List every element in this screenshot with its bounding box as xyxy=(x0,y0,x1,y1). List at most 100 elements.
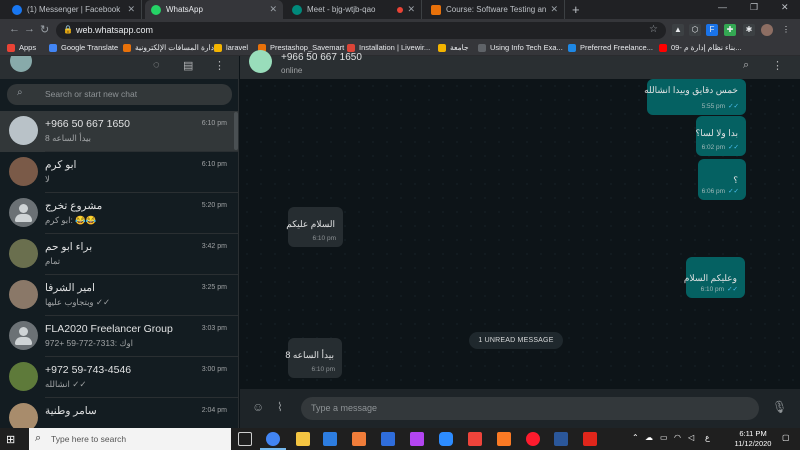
battery-icon[interactable]: ▭ xyxy=(660,433,668,442)
search-area: ⌕ Search or start new chat xyxy=(0,79,238,111)
minimize-icon[interactable]: — xyxy=(718,2,727,12)
chat-list-item[interactable]: +972 59-743-4546 انشالله ✓✓ 3:00 pm xyxy=(0,357,238,398)
chat-list-item[interactable]: سامر وطنية 2:04 pm xyxy=(0,398,238,428)
conversation-header[interactable]: +966 50 667 1650 online ⌕ ⋮ xyxy=(240,50,800,79)
bookmark-google-translate[interactable]: Google Translate xyxy=(49,43,118,52)
my-avatar[interactable] xyxy=(10,56,32,72)
windows-taskbar: ⊞ ⌕ Type here to search ⌃ ☁ ▭ ◠ ◁ ع 6:11… xyxy=(0,428,800,450)
whatsapp-app: ◌ ▤ ⋮ ⌕ Search or start new chat +966 50… xyxy=(0,50,800,428)
notifications-icon[interactable]: ▢ xyxy=(782,433,790,442)
youtube-icon xyxy=(659,43,667,52)
acrobat-icon[interactable] xyxy=(583,432,597,446)
extensions-puzzle-icon[interactable]: ✱ xyxy=(743,24,755,36)
extension-icon[interactable]: ⬡ xyxy=(689,24,701,36)
message-bubble-outgoing[interactable]: بدا ولا لسا؟ 6:02 pm ✓✓ xyxy=(696,116,746,156)
bookmark-laravel[interactable]: laravel xyxy=(214,43,248,52)
emoji-icon[interactable]: ☺ xyxy=(252,400,264,414)
bookmark-prestashop[interactable]: Prestashop_Savemart xyxy=(258,43,344,52)
mail-icon[interactable] xyxy=(352,432,366,446)
wifi-icon[interactable]: ◠ xyxy=(674,433,681,442)
chat-list-item[interactable]: مشروع تخرج ابو كرم: 😂😂 5:20 pm xyxy=(0,193,238,234)
bookmarks-bar: Apps Google Translate إدارة المسافات الإ… xyxy=(0,42,800,56)
language-indicator[interactable]: ع xyxy=(705,433,710,442)
chrome-icon[interactable] xyxy=(260,432,286,450)
url-field[interactable]: 🔒 web.whatsapp.com ☆ xyxy=(56,22,666,39)
bookmark-university[interactable]: جامعة xyxy=(438,43,469,52)
close-icon[interactable]: ✕ xyxy=(407,4,415,15)
close-icon[interactable]: ✕ xyxy=(269,4,277,15)
extension-icon[interactable]: F xyxy=(706,24,718,36)
chat-list-item[interactable]: ابو كرم لا 6:10 pm xyxy=(0,152,238,193)
close-icon[interactable]: ✕ xyxy=(550,4,558,15)
chat-list-item[interactable]: امير الشرفا وبتجاوب عليها ✓✓ 3:25 pm xyxy=(0,275,238,316)
new-chat-icon[interactable]: ▤ xyxy=(183,59,193,72)
cloud-icon[interactable]: ☁ xyxy=(645,433,653,442)
file-explorer-icon[interactable] xyxy=(296,432,310,446)
browser-tab-bar: (1) Messenger | Facebook ✕ WhatsApp ✕ Me… xyxy=(0,0,800,19)
message-bubble-incoming[interactable]: بيدأ الساعه 8 6:10 pm xyxy=(285,338,342,378)
zoom-icon[interactable] xyxy=(439,432,453,446)
microsoft-store-icon[interactable] xyxy=(323,432,337,446)
tab-messenger[interactable]: (1) Messenger | Facebook ✕ xyxy=(6,0,142,19)
avatar xyxy=(9,116,38,145)
profile-avatar[interactable] xyxy=(761,24,773,36)
sidebar-header: ◌ ▤ ⋮ xyxy=(0,56,238,79)
phpstorm-icon[interactable] xyxy=(410,432,424,446)
folder-icon xyxy=(214,43,222,52)
message-bubble-incoming[interactable]: السلام عليكم 6:10 pm xyxy=(286,207,343,247)
message-bubble-outgoing[interactable]: وعليكم السلام 6:10 pm ✓✓ xyxy=(684,257,745,298)
bookmark-elearning[interactable]: إدارة المسافات الإلكترونية xyxy=(123,43,216,52)
bookmark-livewire[interactable]: Installation | Livewir... xyxy=(347,43,430,52)
contact-avatar[interactable] xyxy=(249,50,272,73)
tab-course[interactable]: Course: Software Testing and Qu... ✕ xyxy=(425,0,565,19)
chat-list-item[interactable]: براء ابو حم تمام 3:42 pm xyxy=(0,234,238,275)
extension-icon[interactable]: ✚ xyxy=(724,24,736,36)
group-avatar-icon xyxy=(9,198,38,227)
chat-sidebar: ◌ ▤ ⋮ ⌕ Search or start new chat +966 50… xyxy=(0,56,239,428)
message-input[interactable]: Type a message xyxy=(301,397,759,420)
apps-grid-icon xyxy=(7,43,15,52)
attach-icon[interactable]: ⌇ xyxy=(277,400,283,414)
bookmark-info-tech[interactable]: Using Info Tech Exa... xyxy=(478,43,563,52)
new-tab-button[interactable]: + xyxy=(572,2,580,17)
sidebar-scrollbar[interactable] xyxy=(234,112,238,150)
windows-start-icon[interactable]: ⊞ xyxy=(6,433,15,446)
bookmark-star-icon[interactable]: ☆ xyxy=(649,24,658,35)
close-icon[interactable]: ✕ xyxy=(127,4,135,15)
xampp-icon[interactable] xyxy=(497,432,511,446)
tab-meet[interactable]: Meet - bjg-wtjb-qao ✕ xyxy=(286,0,422,19)
forward-icon[interactable]: → xyxy=(24,23,35,35)
task-view-icon[interactable] xyxy=(238,432,252,446)
volume-icon[interactable]: ◁ xyxy=(688,433,694,442)
taskbar-search-input[interactable]: ⌕ Type here to search xyxy=(29,428,231,450)
close-window-icon[interactable]: ✕ xyxy=(781,2,789,13)
bookmark-apps[interactable]: Apps xyxy=(7,43,36,52)
translate-icon xyxy=(49,43,57,52)
photos-icon[interactable] xyxy=(381,432,395,446)
tab-whatsapp[interactable]: WhatsApp ✕ xyxy=(145,0,283,19)
menu-icon[interactable]: ⋮ xyxy=(772,59,783,72)
bookmark-youtube[interactable]: 09- بناء نظام إدارة م... xyxy=(659,43,742,52)
reload-icon[interactable]: ↻ xyxy=(40,23,49,36)
chat-list-item[interactable]: +966 50 667 1650 بيدأ الساعه 8 6:10 pm xyxy=(0,111,238,152)
system-clock[interactable]: 6:11 PM 11/12/2020 xyxy=(733,429,773,449)
word-icon[interactable] xyxy=(554,432,568,446)
tray-chevron-icon[interactable]: ⌃ xyxy=(632,433,639,442)
search-input[interactable]: ⌕ Search or start new chat xyxy=(7,84,232,105)
microphone-icon[interactable]: 🎙 xyxy=(772,400,787,414)
address-bar-row: ← → ↻ 🔒 web.whatsapp.com ☆ ▲ ⬡ F ✚ ✱ ⋮ xyxy=(0,19,800,42)
message-bubble-outgoing[interactable]: ؟ 6:06 pm ✓✓ xyxy=(698,159,746,200)
anydesk-icon[interactable] xyxy=(468,432,482,446)
maximize-icon[interactable]: ❐ xyxy=(750,2,758,13)
menu-icon[interactable]: ⋮ xyxy=(214,59,225,72)
menu-icon[interactable]: ⋮ xyxy=(780,24,792,36)
search-icon[interactable]: ⌕ xyxy=(743,59,749,72)
message-bubble-outgoing[interactable]: خمس دقايق وبيدا انشالله 5:55 pm ✓✓ xyxy=(644,79,746,115)
extension-icon[interactable]: ▲ xyxy=(672,24,684,36)
status-icon[interactable]: ◌ xyxy=(153,59,160,71)
opera-icon[interactable] xyxy=(526,432,540,446)
avatar xyxy=(9,362,38,391)
back-icon[interactable]: ← xyxy=(9,23,20,35)
bookmark-freelance[interactable]: Preferred Freelance... xyxy=(568,43,653,52)
chat-list-item[interactable]: FLA2020 Freelancer Group اوك :7313-772-5… xyxy=(0,316,238,357)
